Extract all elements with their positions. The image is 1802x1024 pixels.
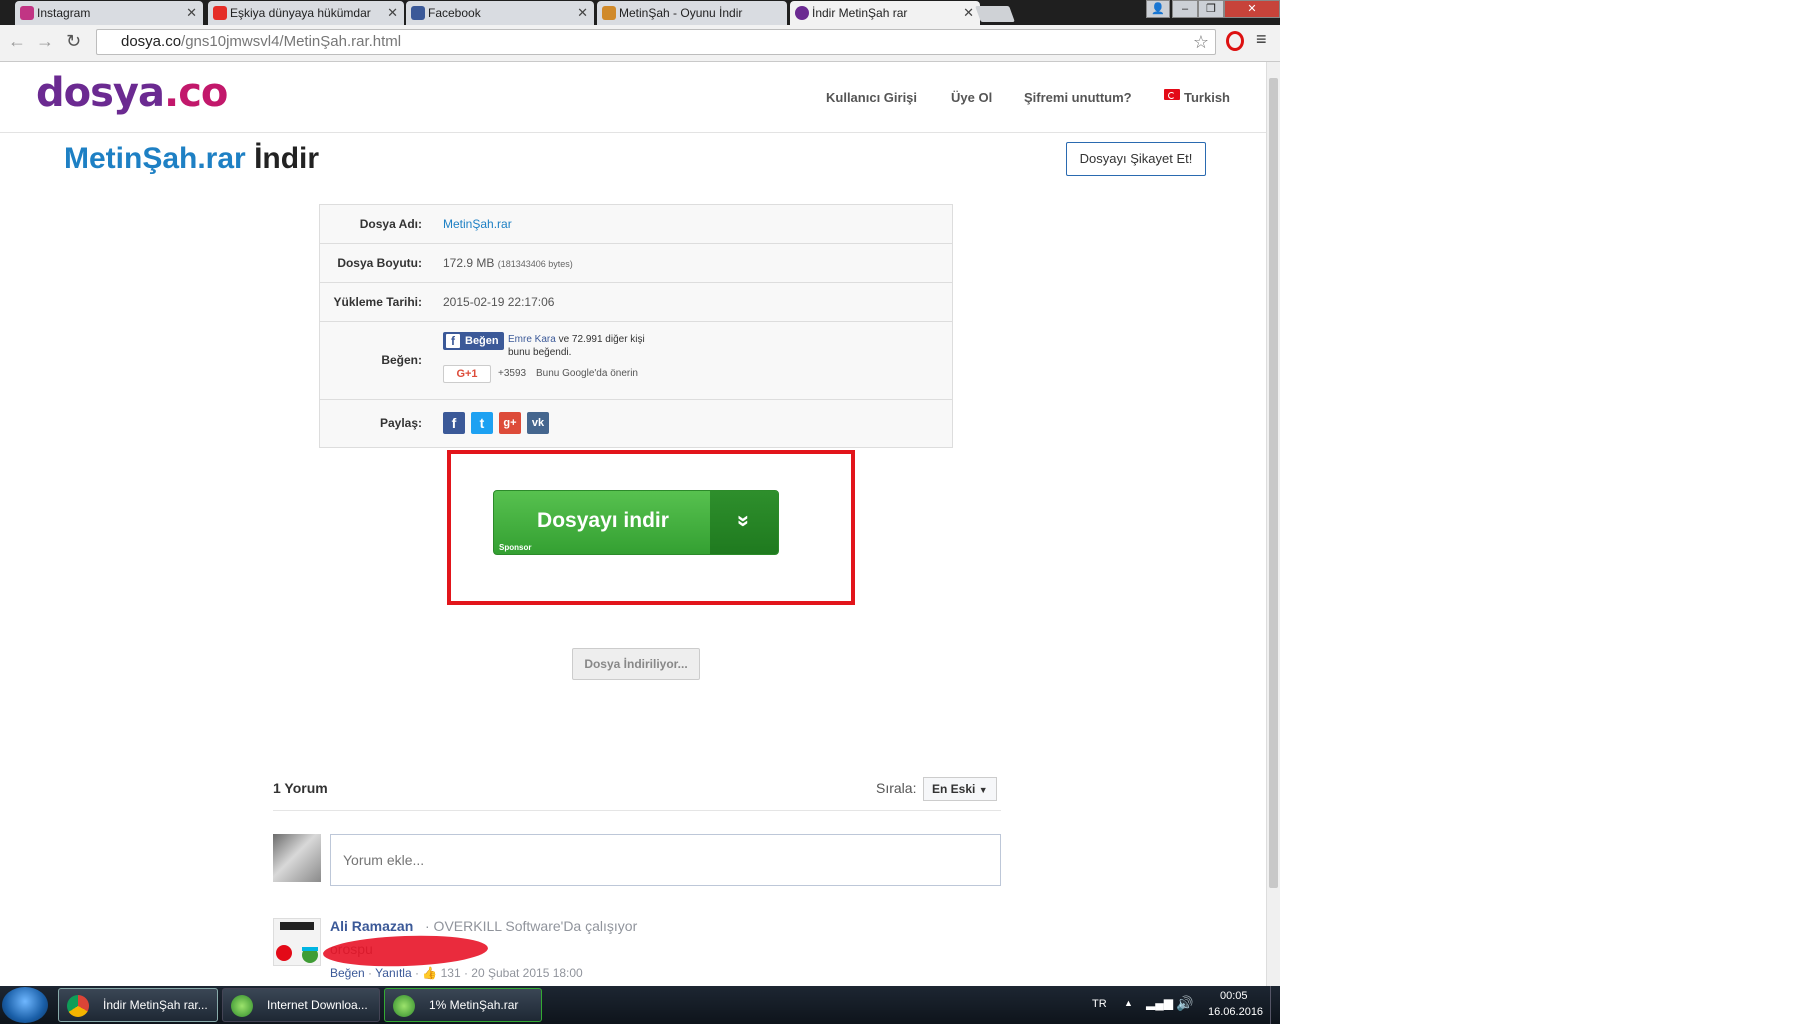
tab-instagram[interactable]: Instagram ✕ <box>15 1 203 25</box>
google-plus-button[interactable]: G+1 <box>443 365 491 383</box>
comment-date[interactable]: · 20 Şubat 2015 18:00 <box>464 966 583 980</box>
reload-icon[interactable]: ↻ <box>66 31 81 52</box>
idm-download-icon <box>393 995 415 1017</box>
tab-youtube[interactable]: Eşkiya dünyaya hükümdar ✕ <box>208 1 404 25</box>
google-plus-text: Bunu Google'da önerin <box>536 368 638 379</box>
windows-taskbar: İndir MetinŞah rar... Internet Downloa..… <box>0 986 1280 1024</box>
extension-opera-icon[interactable] <box>1226 31 1244 51</box>
report-file-button[interactable]: Dosyayı Şikayet Et! <box>1066 142 1206 176</box>
downloading-status-button[interactable]: Dosya İndiriliyor... <box>572 648 700 680</box>
sort-label: Sırala: <box>876 780 917 796</box>
browser-toolbar: ← → ↻ dosya.co/gns10jmwsvl4/MetinŞah.rar… <box>0 25 1280 62</box>
facebook-like-button[interactable]: f Beğen <box>443 332 504 350</box>
comment-input[interactable] <box>330 834 1001 886</box>
taskbar-item-idm[interactable]: Internet Downloa... <box>222 988 380 1022</box>
comment-reply-link[interactable]: Yanıtla <box>375 966 411 980</box>
new-tab-button[interactable] <box>975 6 1015 22</box>
scrollbar-thumb[interactable] <box>1269 78 1278 888</box>
windows-start-icon[interactable] <box>2 987 48 1023</box>
language-indicator[interactable]: TR <box>1092 998 1107 1010</box>
browser-chrome: Instagram ✕ Eşkiya dünyaya hükümdar ✕ Fa… <box>0 0 1280 62</box>
commenter-name[interactable]: Ali Ramazan <box>330 918 413 934</box>
taskbar-item-download[interactable]: 1% MetinŞah.rar <box>384 988 542 1022</box>
instagram-icon <box>20 6 34 20</box>
dosya-favicon-icon <box>795 6 809 20</box>
share-vk-icon[interactable]: vk <box>527 412 549 434</box>
turkey-flag-icon <box>1164 89 1180 100</box>
close-window-button[interactable]: ✕ <box>1224 0 1280 18</box>
comment-actions: Beğen · Yanıtla · 👍 131 · 20 Şubat 2015 … <box>330 966 583 980</box>
file-name-row: Dosya Adı: MetinŞah.rar <box>320 205 952 244</box>
redaction-scribble <box>322 933 489 969</box>
bookmark-star-icon[interactable]: ☆ <box>1193 30 1209 54</box>
close-icon[interactable]: ✕ <box>963 1 974 25</box>
chrome-icon <box>67 995 89 1017</box>
back-icon[interactable]: ← <box>8 31 26 52</box>
user-icon[interactable]: 👤 <box>1146 0 1170 18</box>
tab-metinsah-oyunu[interactable]: MetinŞah - Oyunu İndir <box>597 1 787 25</box>
page-scrollbar[interactable] <box>1266 62 1280 986</box>
clock-date[interactable]: 16.06.2016 <box>1208 1006 1263 1018</box>
share-twitter-icon[interactable]: t <box>471 412 493 434</box>
chevron-up-icon[interactable]: ▲ <box>1124 998 1133 1008</box>
share-row: Paylaş: f t g+ vk <box>320 400 952 447</box>
file-size-row: Dosya Boyutu: 172.9 MB (181343406 bytes) <box>320 244 952 283</box>
site-header: dosya.co Kullanıcı Girişi Üye Ol Şifremi… <box>0 62 1266 133</box>
maximize-button[interactable]: ❐ <box>1198 0 1224 18</box>
youtube-icon <box>213 6 227 20</box>
thumbs-up-icon: 👍 <box>422 966 438 980</box>
facebook-icon: f <box>446 334 460 348</box>
clock-time[interactable]: 00:05 <box>1220 990 1248 1002</box>
close-icon[interactable]: ✕ <box>577 1 588 25</box>
download-button[interactable]: Dosyayı indir Sponsor » <box>493 490 779 555</box>
system-tray: TR ▲ ▂▄▆ 🔊 00:05 16.06.2016 <box>1090 986 1280 1024</box>
flags-avatar-icon <box>276 922 318 963</box>
tab-indir-metinsah[interactable]: İndir MetinŞah rar ✕ <box>790 1 980 25</box>
language-selector[interactable]: Turkish <box>1184 90 1230 105</box>
site-logo[interactable]: dosya.co <box>36 70 228 116</box>
comment-like-count: 131 <box>440 966 461 980</box>
close-icon[interactable]: ✕ <box>387 1 398 25</box>
show-desktop-button[interactable] <box>1270 986 1281 1024</box>
tab-strip: Instagram ✕ Eşkiya dünyaya hükümdar ✕ Fa… <box>0 0 1280 25</box>
comment-like-link[interactable]: Beğen <box>330 966 365 980</box>
avatar <box>273 834 321 882</box>
menu-icon[interactable]: ≡ <box>1256 29 1267 50</box>
close-icon[interactable]: ✕ <box>186 1 197 25</box>
volume-icon[interactable]: 🔊 <box>1176 995 1193 1012</box>
file-info-table: Dosya Adı: MetinŞah.rar Dosya Boyutu: 17… <box>319 204 953 448</box>
caret-down-icon: ▼ <box>978 785 988 795</box>
sort-select[interactable]: En Eski ▼ <box>923 777 997 801</box>
network-icon[interactable]: ▂▄▆ <box>1146 996 1173 1010</box>
forgot-password-link[interactable]: Şifremi unuttum? <box>1024 90 1132 105</box>
commenter-avatar[interactable] <box>273 918 321 966</box>
page-title: MetinŞah.rar İndir <box>64 142 320 175</box>
login-link[interactable]: Kullanıcı Girişi <box>826 90 917 105</box>
tab-facebook[interactable]: Facebook ✕ <box>406 1 594 25</box>
facebook-icon <box>411 6 425 20</box>
minimize-button[interactable]: – <box>1172 0 1198 18</box>
site-favicon-icon <box>602 6 616 20</box>
comment-count: 1 Yorum <box>273 780 328 796</box>
google-plus-count: +3593 <box>498 368 527 379</box>
like-row: Beğen: f Beğen Emre Kara ve 72.991 diğer … <box>320 322 952 400</box>
share-facebook-icon[interactable]: f <box>443 412 465 434</box>
forward-icon[interactable]: → <box>36 31 54 52</box>
web-page: dosya.co Kullanıcı Girişi Üye Ol Şifremi… <box>0 62 1266 986</box>
facebook-like-text: Emre Kara ve 72.991 diğer kişi bunu beğe… <box>508 334 645 358</box>
signup-link[interactable]: Üye Ol <box>951 90 992 105</box>
share-google-plus-icon[interactable]: g+ <box>499 412 521 434</box>
comments-divider <box>273 810 1001 811</box>
upload-date-row: Yükleme Tarihi: 2015-02-19 22:17:06 <box>320 283 952 322</box>
file-name-value[interactable]: MetinŞah.rar <box>443 217 512 231</box>
idm-icon <box>231 995 253 1017</box>
chevron-double-down-icon: » <box>710 491 778 554</box>
commenter-job: · OVERKILL Software'Da çalışıyor <box>425 918 638 934</box>
taskbar-item-chrome[interactable]: İndir MetinŞah rar... <box>58 988 218 1022</box>
address-bar[interactable]: dosya.co/gns10jmwsvl4/MetinŞah.rar.html … <box>96 29 1216 55</box>
